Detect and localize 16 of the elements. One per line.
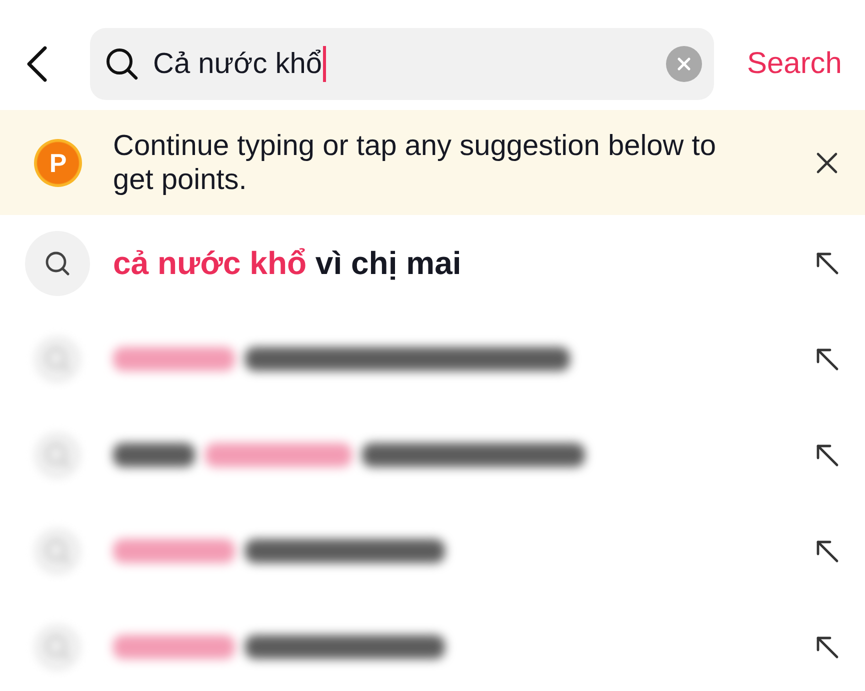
close-icon xyxy=(676,57,691,71)
search-icon xyxy=(106,48,138,80)
banner-message: Continue typing or tap any suggestion below to get points. xyxy=(113,128,717,196)
arrow-up-left-icon[interactable] xyxy=(815,443,839,467)
arrow-up-left-icon[interactable] xyxy=(815,635,839,659)
close-icon[interactable] xyxy=(816,152,838,174)
arrow-up-left-icon[interactable] xyxy=(815,251,839,275)
search-button[interactable]: Search xyxy=(746,46,842,82)
search-icon xyxy=(25,230,90,296)
back-icon[interactable] xyxy=(26,46,48,82)
search-field[interactable]: Cả nước khổ xyxy=(90,28,714,100)
search-input-text[interactable]: Cả nước khổ xyxy=(153,46,322,82)
arrow-up-left-icon[interactable] xyxy=(815,347,839,371)
suggestion-text[interactable]: cả nước khổ vì chị mai xyxy=(113,243,462,283)
points-coin-icon: P xyxy=(34,138,82,186)
arrow-up-left-icon[interactable] xyxy=(815,539,839,563)
